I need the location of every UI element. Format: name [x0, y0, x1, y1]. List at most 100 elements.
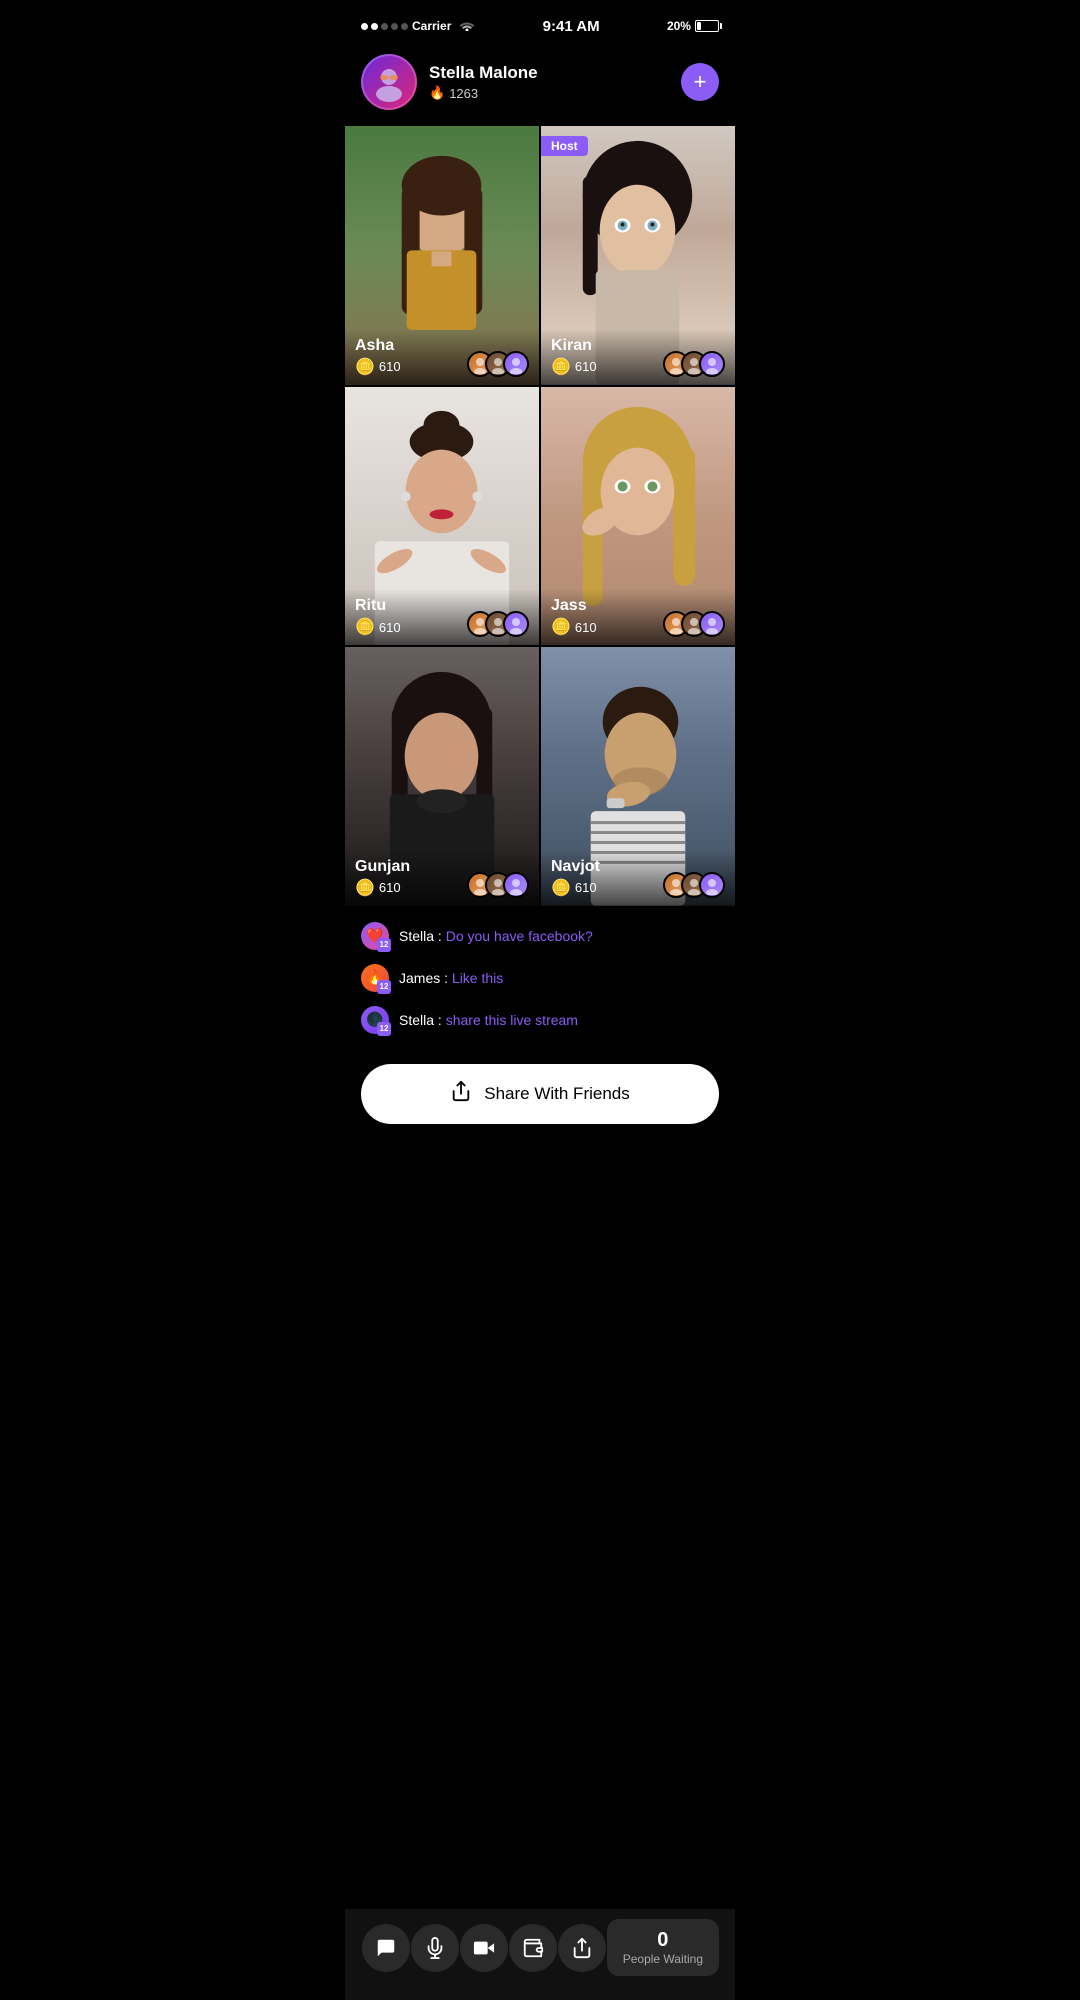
bottom-icons: [361, 1924, 607, 1972]
jass-name: Jass: [551, 597, 597, 615]
profile-score: 🔥 1263: [429, 85, 669, 101]
navjot-coins: 🪙 610: [551, 878, 600, 898]
battery-percent: 20%: [667, 19, 691, 33]
profile-name: Stella Malone: [429, 63, 669, 83]
chat-text-1: Stella : Do you have facebook?: [399, 928, 593, 944]
chat-level-1: 12: [377, 938, 391, 952]
video-button[interactable]: [460, 1924, 508, 1972]
signal-dots: [361, 23, 408, 30]
video-icon: [473, 1937, 495, 1959]
kiran-cell-bottom: Kiran 🪙 610: [541, 329, 735, 385]
asha-name: Asha: [355, 337, 401, 355]
bottom-spacer: [345, 1140, 735, 1230]
chat-content-1: Do you have facebook?: [446, 928, 593, 944]
video-cell-gunjan[interactable]: Gunjan 🪙 610: [345, 647, 539, 906]
video-cell-kiran[interactable]: Host Kiran 🪙 610: [541, 126, 735, 385]
chat-content-2: Like this: [452, 970, 503, 986]
ritu-cell-bottom: Ritu 🪙 610: [345, 589, 539, 645]
wallet-icon: [522, 1937, 544, 1959]
signal-dot-4: [391, 23, 398, 30]
chat-level-3: 12: [377, 1022, 391, 1036]
chat-message-2: 🔥 12 James : Like this: [361, 964, 719, 992]
jass-coins: 🪙 610: [551, 617, 597, 637]
signal-dot-3: [381, 23, 388, 30]
video-cell-ritu[interactable]: Ritu 🪙 610: [345, 387, 539, 646]
signal-dot-2: [371, 23, 378, 30]
chat-section: ❤️ 12 Stella : Do you have facebook? 🔥 1…: [345, 906, 735, 1056]
wallet-button[interactable]: [509, 1924, 557, 1972]
chat-text-2: James : Like this: [399, 970, 503, 986]
video-cell-asha[interactable]: Asha 🪙 610: [345, 126, 539, 385]
add-button[interactable]: +: [681, 63, 719, 101]
asha-info: Asha 🪙 610: [355, 337, 401, 377]
coin-icon-n: 🪙: [551, 878, 571, 898]
chat-icon: [375, 1937, 397, 1959]
navjot-cell-bottom: Navjot 🪙 610: [541, 850, 735, 906]
status-time: 9:41 AM: [543, 18, 600, 35]
share-button-label: Share With Friends: [484, 1084, 630, 1104]
video-cell-navjot[interactable]: Navjot 🪙 610: [541, 647, 735, 906]
avatar: [361, 54, 417, 110]
chat-badge-stella-3: 🌑 12: [361, 1006, 389, 1034]
navjot-name: Navjot: [551, 858, 600, 876]
video-cell-jass[interactable]: Jass 🪙 610: [541, 387, 735, 646]
bottom-bar: 0 People Waiting: [345, 1909, 735, 2000]
coin-icon-g: 🪙: [355, 878, 375, 898]
status-bar: Carrier 9:41 AM 20%: [345, 0, 735, 44]
mini-avatar-k3: [699, 351, 725, 377]
profile-info: Stella Malone 🔥 1263: [429, 63, 669, 101]
chat-user-3: Stella: [399, 1012, 434, 1028]
chat-text-3: Stella : share this live stream: [399, 1012, 578, 1028]
profile-header: Stella Malone 🔥 1263 +: [345, 44, 735, 126]
chat-badge-james: 🔥 12: [361, 964, 389, 992]
fire-icon: 🔥: [429, 85, 445, 101]
microphone-icon: [424, 1937, 446, 1959]
plus-icon: +: [694, 69, 707, 95]
gunjan-info: Gunjan 🪙 610: [355, 858, 410, 898]
share-with-friends-button[interactable]: Share With Friends: [361, 1064, 719, 1124]
gunjan-coins: 🪙 610: [355, 878, 410, 898]
gunjan-cell-bottom: Gunjan 🪙 610: [345, 850, 539, 906]
navjot-avatars: [663, 872, 725, 898]
jass-coin-value: 610: [575, 620, 597, 635]
mini-avatar-j3: [699, 611, 725, 637]
asha-cell-bottom: Asha 🪙 610: [345, 329, 539, 385]
coin-icon: 🪙: [355, 357, 375, 377]
chat-user-2: James: [399, 970, 440, 986]
share-bottom-icon: [571, 1937, 593, 1959]
mic-button[interactable]: [411, 1924, 459, 1972]
kiran-name: Kiran: [551, 337, 597, 355]
chat-message-3: 🌑 12 Stella : share this live stream: [361, 1006, 719, 1034]
jass-info: Jass 🪙 610: [551, 597, 597, 637]
people-waiting-label: People Waiting: [623, 1952, 703, 1966]
chat-button[interactable]: [362, 1924, 410, 1972]
battery-fill: [697, 22, 701, 30]
host-badge: Host: [541, 136, 588, 156]
kiran-coin-value: 610: [575, 359, 597, 374]
chat-separator-1: :: [438, 928, 446, 944]
status-left: Carrier: [361, 19, 475, 34]
kiran-avatars: [663, 351, 725, 377]
ritu-coins: 🪙 610: [355, 617, 401, 637]
coin-icon-k: 🪙: [551, 357, 571, 377]
share-bottom-button[interactable]: [558, 1924, 606, 1972]
chat-message-1: ❤️ 12 Stella : Do you have facebook?: [361, 922, 719, 950]
chat-level-2: 12: [377, 980, 391, 994]
jass-cell-bottom: Jass 🪙 610: [541, 589, 735, 645]
navjot-coin-value: 610: [575, 880, 597, 895]
gunjan-avatars: [467, 872, 529, 898]
chat-separator-3: :: [438, 1012, 446, 1028]
status-right: 20%: [667, 19, 719, 33]
coin-icon-j: 🪙: [551, 617, 571, 637]
navjot-info: Navjot 🪙 610: [551, 858, 600, 898]
carrier-label: Carrier: [412, 19, 451, 33]
ritu-avatars: [467, 611, 529, 637]
asha-avatars: [467, 351, 529, 377]
chat-user-1: Stella: [399, 928, 434, 944]
battery-icon: [695, 20, 719, 32]
avatar-image: [363, 56, 415, 108]
gunjan-coin-value: 610: [379, 880, 401, 895]
mini-avatar-r3: [503, 611, 529, 637]
score-value: 1263: [449, 86, 478, 101]
coin-icon-r: 🪙: [355, 617, 375, 637]
